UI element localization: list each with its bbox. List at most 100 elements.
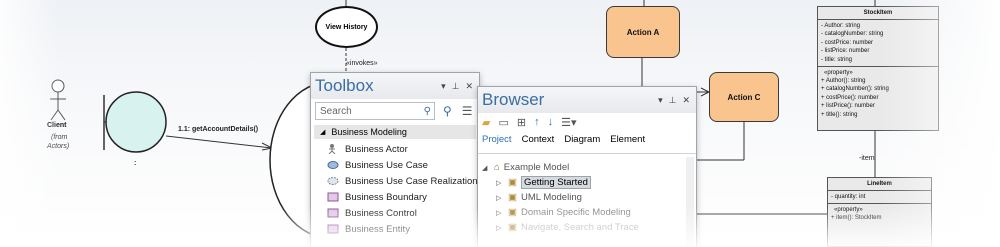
- menu-icon[interactable]: ☰: [462, 104, 473, 118]
- toolbox-item-label: Business Boundary: [345, 191, 427, 203]
- toolbox-section-header[interactable]: ◢ Business Modeling: [314, 125, 476, 139]
- toolbox-panel[interactable]: Toolbox ▾ ⊥ ✕ Search ⚲ ⚲ ☰ ◢ Business Mo…: [310, 72, 480, 247]
- toolbox-item-label: Business Use Case: [345, 159, 428, 171]
- toolbox-item[interactable]: Business Use Case: [311, 157, 479, 173]
- class-attribute: - listPrice: number: [821, 48, 870, 55]
- class-operation: + Author(): string: [821, 78, 866, 85]
- scrollbar[interactable]: [686, 157, 694, 247]
- package-icon: ▣: [508, 207, 517, 218]
- find-icon[interactable]: ⚲: [443, 104, 452, 118]
- collapse-icon[interactable]: ◢: [320, 128, 325, 136]
- pin-icon[interactable]: ⊥: [452, 81, 460, 92]
- collapse-icon[interactable]: ◢: [482, 164, 494, 172]
- browser-header: Browser ▾ ⊥ ✕: [478, 87, 696, 113]
- close-icon[interactable]: ✕: [682, 95, 690, 106]
- stockitem-class[interactable]: StockItem - Author: string - catalogNumb…: [817, 6, 939, 131]
- toolbox-header: Toolbox ▾ ⊥ ✕: [311, 73, 479, 99]
- expand-icon[interactable]: ▷: [496, 179, 508, 187]
- hierarchy-icon[interactable]: ⊞: [517, 116, 526, 129]
- toolbox-item-label: Business Actor: [345, 143, 408, 155]
- dropdown-icon[interactable]: ▾: [441, 81, 446, 92]
- lineitem-operations: «property» + item(): StockItem: [828, 204, 931, 224]
- invokes-label: «invokes»: [346, 60, 378, 67]
- tree-item-label: Domain Specific Modeling: [520, 207, 631, 218]
- tree-item[interactable]: ▷ ▣ UML Modeling: [478, 190, 696, 205]
- toolbox-window-controls: ▾ ⊥ ✕: [441, 81, 479, 92]
- lifeline-name: :: [134, 160, 137, 167]
- search-placeholder: Search: [320, 105, 352, 117]
- actor-note-line1: (from: [51, 134, 68, 141]
- tree-root-label: Example Model: [503, 162, 570, 173]
- tab-diagram[interactable]: Diagram: [564, 134, 600, 149]
- class-operation: + item(): StockItem: [831, 215, 882, 222]
- close-icon[interactable]: ✕: [465, 81, 473, 92]
- toolbox-item[interactable]: Business Control: [311, 205, 479, 221]
- section-label: Business Modeling: [331, 127, 407, 137]
- class-attribute: - quantity: int: [831, 194, 866, 200]
- view-history-usecase[interactable]: View History: [315, 6, 378, 48]
- dropdown-icon[interactable]: ▾: [658, 95, 663, 106]
- stereotype-label: «property»: [824, 70, 853, 77]
- class-attribute: - costPrice: number: [821, 39, 874, 46]
- toolbox-item[interactable]: Business Actor: [311, 141, 479, 157]
- tree-item[interactable]: ▷ ▣ Domain Specific Modeling: [478, 205, 696, 220]
- browser-panel[interactable]: Browser ▾ ⊥ ✕ ▰ ▭ ⊞ ↑ ↓ ☰▾ Project Conte…: [477, 86, 697, 247]
- stockitem-attributes: - Author: string - catalogNumber: string…: [818, 20, 938, 68]
- actor-icon: [327, 144, 339, 155]
- usecase-realization-icon: [327, 176, 339, 186]
- lineitem-class[interactable]: LineItem - quantity: int «property» + it…: [827, 177, 932, 247]
- tree-item[interactable]: ▷ ▣ Navigate, Search and Trace: [478, 220, 696, 235]
- move-down-icon[interactable]: ↓: [548, 116, 554, 128]
- menu-icon[interactable]: ☰▾: [561, 116, 576, 129]
- tab-element[interactable]: Element: [610, 134, 645, 149]
- expand-icon[interactable]: ▷: [496, 194, 508, 202]
- tab-context[interactable]: Context: [522, 134, 555, 149]
- move-up-icon[interactable]: ↑: [534, 116, 540, 128]
- action-c-label: Action C: [727, 92, 761, 102]
- model-icon: ⌂: [494, 162, 500, 173]
- toolbox-item[interactable]: Business Entity: [311, 221, 479, 237]
- browser-toolbar: ▰ ▭ ⊞ ↑ ↓ ☰▾: [478, 113, 696, 131]
- toolbox-search-row: Search ⚲ ⚲ ☰: [311, 99, 479, 123]
- class-operation: + listPrice(): number: [821, 103, 875, 110]
- toolbox-item[interactable]: Business Use Case Realization: [311, 173, 479, 189]
- stockitem-title: StockItem: [818, 7, 938, 20]
- lineitem-title: LineItem: [828, 178, 931, 191]
- actor-figure: [50, 79, 66, 121]
- class-attribute: - catalogNumber: string: [821, 31, 884, 38]
- class-operation: + catalogNumber(): string: [821, 86, 889, 93]
- package-icon: ▣: [508, 177, 517, 188]
- toolbox-item[interactable]: Business Boundary: [311, 189, 479, 205]
- toolbox-item-label: Business Control: [345, 207, 417, 219]
- entity-icon: [327, 224, 339, 234]
- package-icon[interactable]: ▭: [498, 116, 508, 129]
- usecase-icon: [327, 160, 339, 170]
- control-icon: [327, 208, 339, 218]
- pin-icon[interactable]: ⊥: [669, 95, 677, 106]
- tree-item[interactable]: ▷ ▣ Getting Started: [478, 175, 696, 190]
- expand-icon[interactable]: ▷: [496, 209, 508, 217]
- browser-window-controls: ▾ ⊥ ✕: [658, 95, 696, 106]
- search-icon[interactable]: ⚲: [424, 106, 434, 117]
- package-icon: ▣: [508, 222, 517, 233]
- browser-title: Browser: [482, 90, 545, 109]
- tree-item-label: UML Modeling: [520, 192, 582, 203]
- browser-tabs: Project Context Diagram Element: [478, 131, 696, 149]
- tree-item-label: Navigate, Search and Trace: [520, 222, 639, 233]
- action-a[interactable]: Action A: [606, 6, 680, 58]
- view-history-label: View History: [325, 23, 368, 31]
- toolbox-search-input[interactable]: Search ⚲: [315, 102, 435, 120]
- stereotype-label: «property»: [834, 207, 863, 214]
- expand-icon[interactable]: ▷: [496, 224, 508, 232]
- tree-root[interactable]: ◢ ⌂ Example Model: [478, 160, 696, 175]
- message-arrow: [165, 135, 273, 149]
- browser-tree: ◢ ⌂ Example Model ▷ ▣ Getting Started ▷ …: [478, 153, 696, 235]
- toolbox-item-label: Business Use Case Realization: [345, 175, 478, 187]
- message-label: 1.1: getAccountDetails(): [178, 126, 259, 133]
- folder-icon[interactable]: ▰: [482, 116, 490, 129]
- action-a-label: Action A: [626, 27, 660, 37]
- action-c[interactable]: Action C: [709, 72, 779, 122]
- boundary-icon: [327, 192, 339, 202]
- stockitem-operations: «property» + Author(): string + catalogN…: [818, 67, 938, 121]
- tab-project[interactable]: Project: [482, 134, 512, 149]
